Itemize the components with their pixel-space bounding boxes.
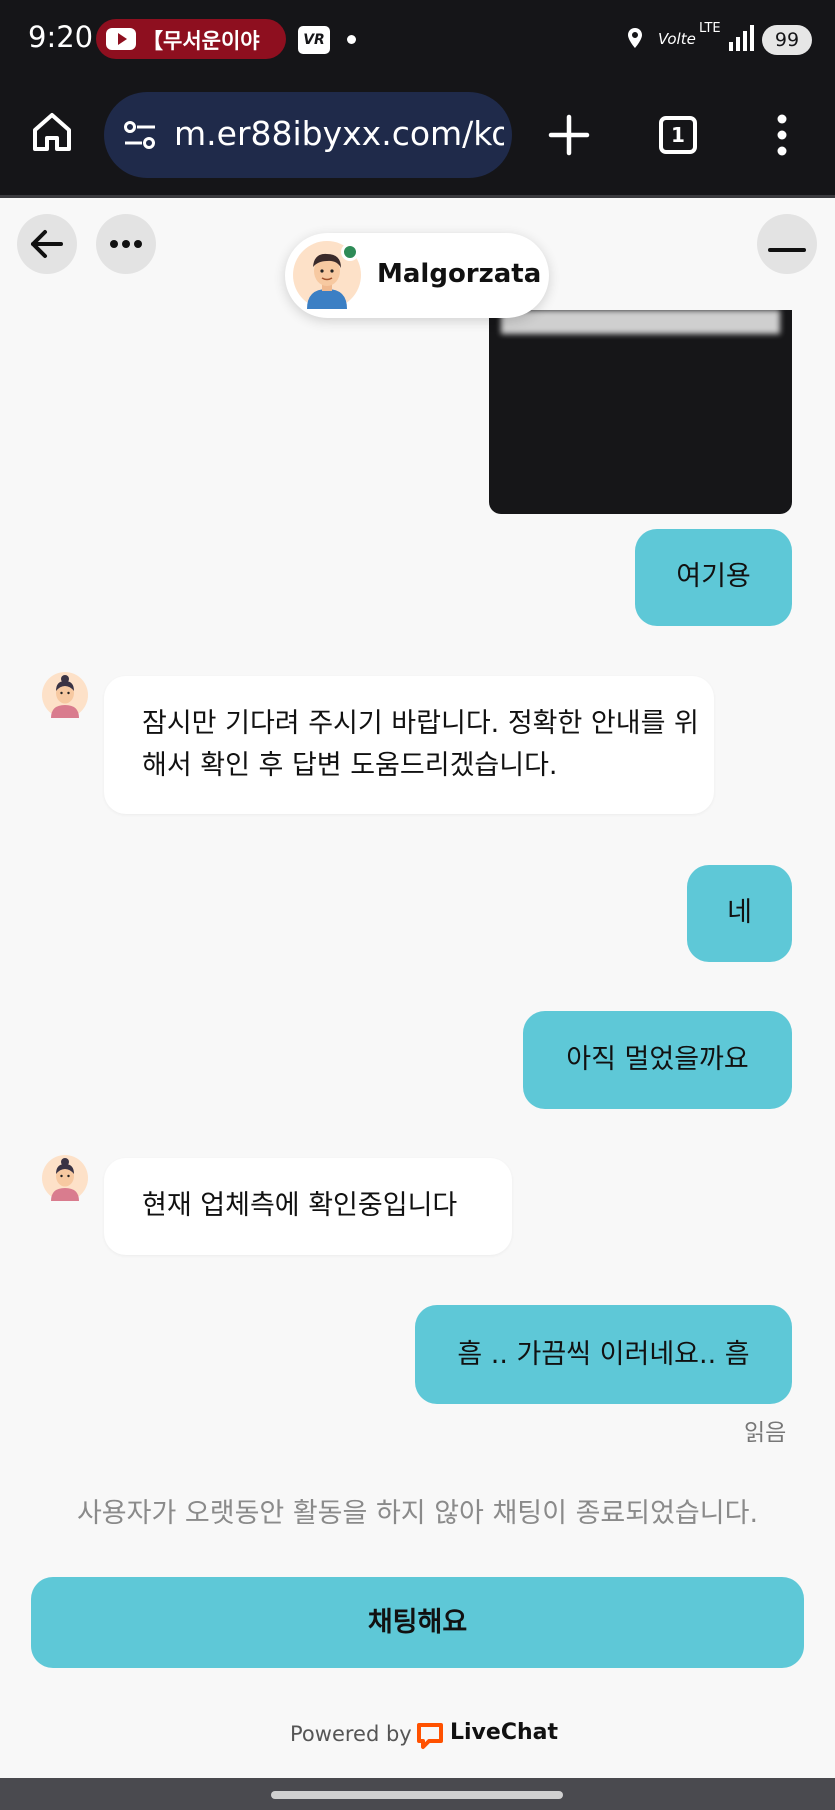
image-message[interactable]	[489, 310, 792, 514]
visitor-message: 네	[687, 865, 792, 962]
agent-avatar-small	[42, 1155, 88, 1201]
url-text[interactable]: m.er88ibyxx.com/ko/	[174, 114, 504, 153]
youtube-icon	[106, 28, 136, 50]
battery-icon: 99	[762, 25, 812, 55]
agent-name: Malgorzata	[377, 259, 542, 289]
agent-message: 잠시만 기다려 주시기 바랍니다. 정확한 안내를 위해서 확인 후 답변 도움…	[104, 676, 714, 814]
gesture-handle[interactable]	[271, 1791, 563, 1799]
lte-icon: LTE	[699, 21, 721, 36]
status-bar: 9:20 【무서운이야 VR Volte LTE 99	[0, 0, 835, 80]
browser-toolbar: m.er88ibyxx.com/ko/ 1	[0, 80, 835, 198]
minimize-icon	[768, 248, 806, 252]
minimize-button[interactable]	[757, 214, 817, 274]
visitor-message: 여기용	[635, 529, 792, 626]
back-button[interactable]	[17, 214, 77, 274]
powered-by-label: Powered by	[290, 1722, 412, 1746]
livechat-brand[interactable]: LiveChat	[450, 1720, 558, 1745]
image-thumbnail-content	[501, 310, 780, 334]
home-icon[interactable]	[30, 110, 74, 154]
tab-switcher-button[interactable]: 1	[659, 116, 697, 154]
tune-icon[interactable]	[122, 119, 158, 151]
chat-page: 9:20 【무서운이야 VR Volte LTE 99 m.er88ibyxx.…	[0, 0, 835, 1810]
status-time: 9:20	[28, 20, 94, 54]
address-bar[interactable]: m.er88ibyxx.com/ko/	[104, 92, 512, 178]
vr-icon: VR	[298, 26, 330, 54]
visitor-message: 아직 멀었을까요	[523, 1011, 792, 1109]
arrow-left-icon	[31, 230, 63, 258]
notification-text: 【무서운이야	[142, 29, 260, 53]
start-chat-button[interactable]: 채팅해요	[31, 1577, 804, 1668]
location-icon	[628, 28, 642, 48]
notification-dot-icon	[347, 35, 356, 44]
agent-message: 현재 업체측에 확인중입니다	[104, 1158, 512, 1255]
livechat-logo-icon[interactable]	[416, 1722, 444, 1750]
read-receipt: 읽음	[744, 1420, 787, 1446]
chat-ended-notice: 사용자가 오랫동안 활동을 하지 않아 채팅이 종료되었습니다.	[76, 1498, 759, 1529]
signal-icon	[729, 25, 754, 51]
agent-header: Malgorzata	[285, 233, 549, 318]
more-horizontal-icon	[110, 240, 142, 248]
volte-icon: Volte	[658, 30, 696, 48]
notification-pill: 【무서운이야	[96, 19, 286, 59]
more-vertical-icon[interactable]	[770, 113, 794, 157]
plus-icon[interactable]	[548, 114, 590, 156]
online-status-icon	[341, 243, 359, 261]
visitor-message: 흠 .. 가끔씩 이러네요.. 흠	[415, 1305, 792, 1404]
agent-avatar-small	[42, 672, 88, 718]
more-options-button[interactable]	[96, 214, 156, 274]
